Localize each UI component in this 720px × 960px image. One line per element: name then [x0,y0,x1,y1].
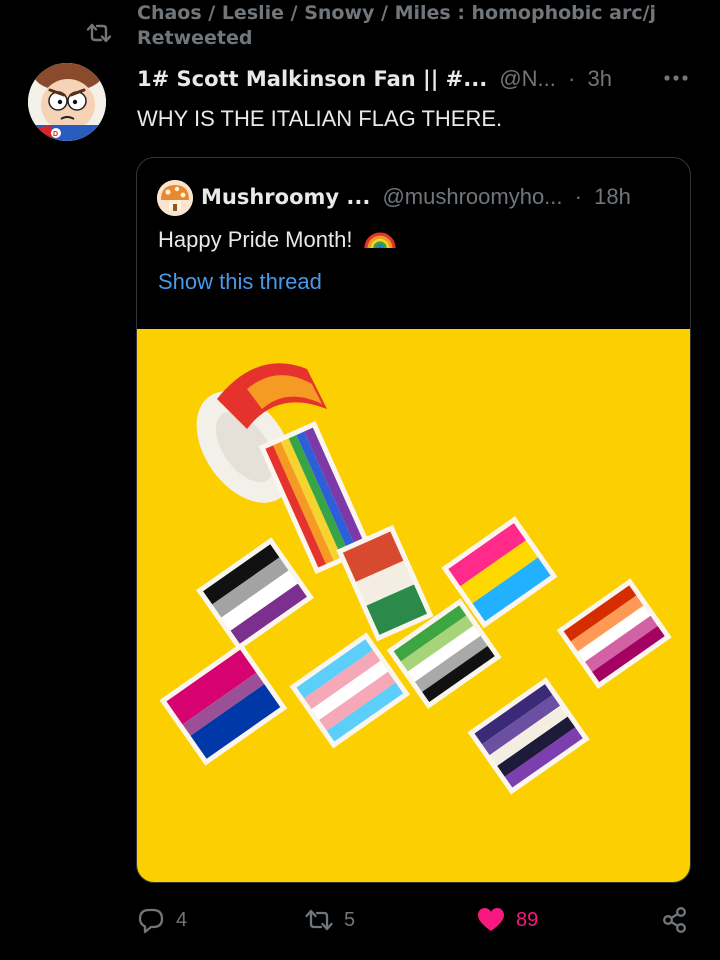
reply-icon [138,908,164,934]
share-icon [663,907,686,933]
retweet-icon [305,909,333,931]
retweeted-label: Retweeted [137,27,253,49]
quoted-separator: · [574,184,582,209]
mushroom-icon [157,180,193,216]
quoted-header: Mushroomy ... @mushroomyho... · 18h [201,182,681,212]
show-thread-link[interactable]: Show this thread [158,267,322,297]
rainbow-icon [364,232,396,249]
more-icon[interactable] [662,68,690,88]
retweet-context: Chaos / Leslie / Snowy / Miles : homopho… [0,0,720,56]
tweet-photo[interactable] [137,329,691,883]
retweet-icon [86,23,112,43]
separator: · [568,66,576,91]
svg-text:D: D [53,131,58,138]
action-bar: 4 5 89 [0,900,720,940]
reply-count: 4 [176,908,188,931]
retweet-count: 5 [344,908,356,931]
quoted-handle[interactable]: @mushroomyho... [382,184,562,209]
avatar[interactable]: D [28,63,106,141]
avatar-image: D [28,63,106,141]
retweeters-name[interactable]: Chaos / Leslie / Snowy / Miles : homopho… [137,1,707,26]
heart-icon [478,908,504,931]
like-count: 89 [516,908,539,931]
like-button[interactable]: 89 [476,900,538,940]
retweet-label[interactable]: Chaos / Leslie / Snowy / Miles : homopho… [137,1,707,51]
quoted-text: Happy Pride Month! [158,227,353,252]
reply-button[interactable]: 4 [136,900,187,940]
share-button[interactable] [660,900,690,940]
tweet-header: 1# Scott Malkinson Fan || #... @N... · 3… [137,64,697,94]
tweet-text: WHY IS THE ITALIAN FLAG THERE. [137,106,503,131]
user-handle[interactable]: @N... [499,66,556,91]
quoted-display-name[interactable]: Mushroomy ... [201,185,370,209]
quoted-timestamp[interactable]: 18h [594,184,631,209]
quoted-tweet[interactable]: Mushroomy ... @mushroomyho... · 18h Happ… [136,157,691,883]
quoted-avatar[interactable] [157,180,193,216]
quoted-text-line: Happy Pride Month! [158,225,397,255]
timestamp[interactable]: 3h [587,66,611,91]
retweet-button[interactable]: 5 [304,900,355,940]
display-name[interactable]: 1# Scott Malkinson Fan || #... [137,67,487,91]
